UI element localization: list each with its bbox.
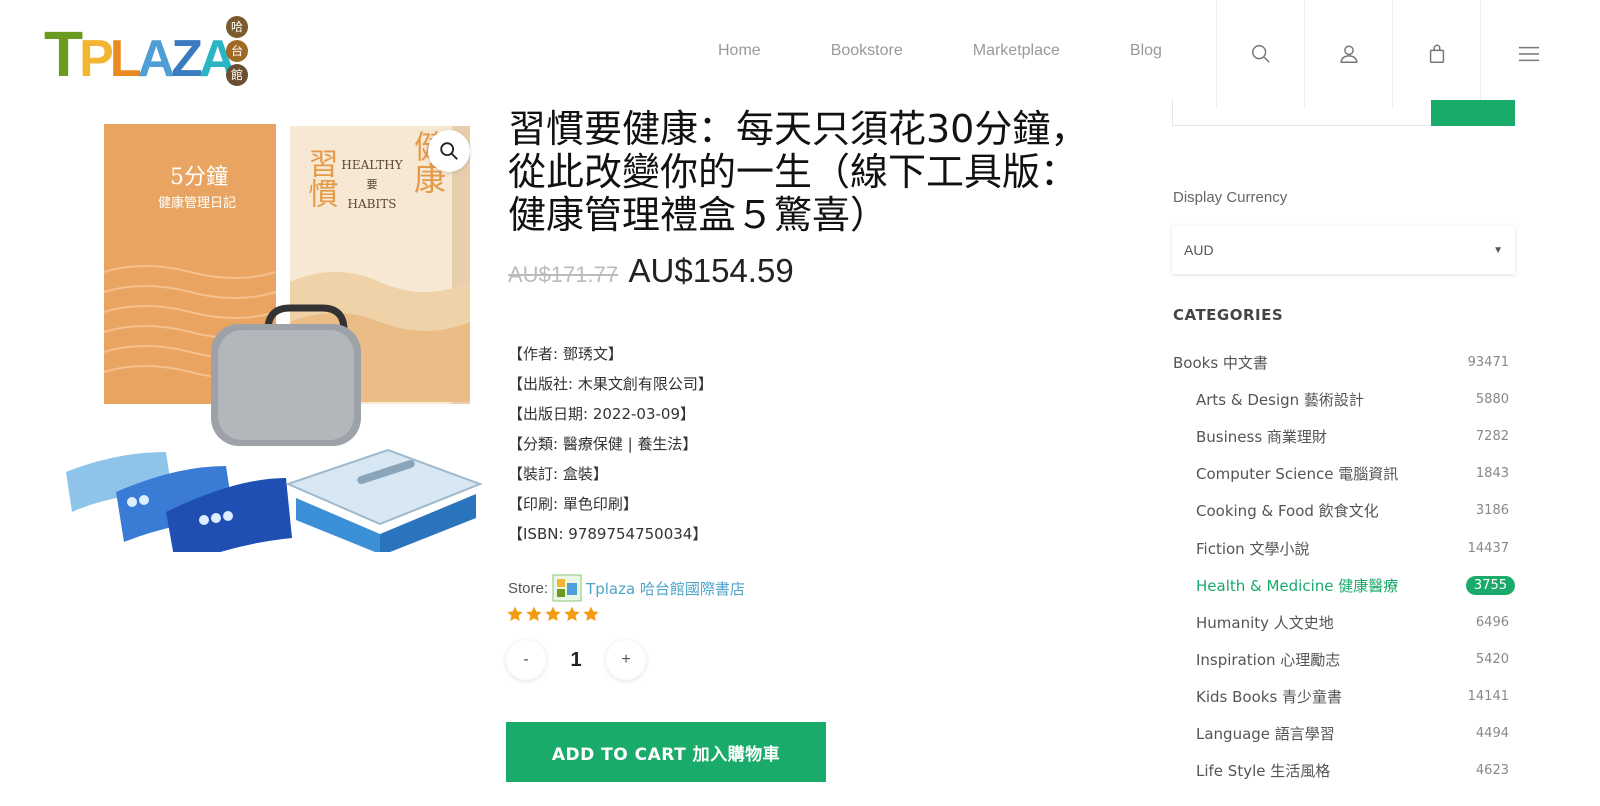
category-item[interactable]: Inspiration 心理勵志 5420 (1173, 641, 1515, 678)
category-count: 5880 (1475, 392, 1509, 408)
nav-bookstore[interactable]: Bookstore (831, 42, 903, 60)
product-title: 習慣要健康：每天只須花30分鐘，從此改變你的一生（線下工具版：健康管理禮盒５驚喜… (508, 107, 1089, 237)
category-label: Books 中文書 (1173, 354, 1268, 373)
currency-select[interactable]: AUD ▼ (1172, 226, 1515, 274)
logo-chinese: 哈 台 館 (226, 16, 248, 86)
category-item[interactable]: Books 中文書 93471 (1173, 344, 1515, 381)
category-item[interactable]: Language 語言學習 4494 (1173, 715, 1515, 752)
search-icon (1251, 45, 1270, 63)
category-label: Health & Medicine 健康醫療 (1196, 576, 1399, 595)
svg-text:5分鐘: 5分鐘 (170, 165, 228, 190)
logo-wordmark: TPLAZA (44, 18, 236, 90)
category-item[interactable]: Health & Medicine 健康醫療 3755 (1173, 567, 1515, 604)
store-label: Store: (508, 579, 549, 597)
currency-value: AUD (1184, 242, 1214, 258)
category-count: 1843 (1475, 466, 1509, 482)
zoom-icon (440, 142, 458, 160)
currency-label: Display Currency (1173, 189, 1288, 206)
account-icon (1339, 45, 1358, 63)
category-item[interactable]: Business 商業理財 7282 (1173, 418, 1515, 455)
site-header: TPLAZA 哈 台 館 Home Bookstore Marketplace … (0, 0, 1600, 108)
header-icon-bar (1216, 0, 1576, 108)
menu-icon (1518, 46, 1539, 62)
category-label: Arts & Design 藝術設計 (1196, 391, 1364, 410)
quantity-increase-button[interactable]: + (606, 640, 646, 680)
category-label: Cooking & Food 飲食文化 (1196, 502, 1379, 521)
category-label: Business 商業理財 (1196, 428, 1327, 447)
product-price: AU$171.77 AU$154.59 (508, 252, 794, 290)
nav-blog[interactable]: Blog (1130, 42, 1162, 60)
account-button[interactable] (1304, 0, 1392, 108)
menu-button[interactable] (1480, 0, 1576, 108)
category-list: Books 中文書 93471 Arts & Design 藝術設計 5880 Busi… (1173, 344, 1515, 789)
category-label: Fiction 文學小說 (1196, 539, 1310, 558)
store-info: Store: Tplaza 哈台館國際書店 (508, 574, 745, 602)
product-image[interactable]: 5分鐘 健康管理日記 習慣 健康 HEALTHY 要 HABITS (56, 112, 486, 568)
meta-printing: 【印刷: 單色印刷】 (508, 495, 638, 513)
price-original: AU$171.77 (508, 262, 619, 287)
star-icon (583, 606, 599, 622)
store-link[interactable]: Tplaza 哈台館國際書店 (586, 578, 745, 599)
nav-marketplace[interactable]: Marketplace (973, 42, 1060, 60)
category-label: Humanity 人文史地 (1196, 613, 1334, 632)
category-item[interactable]: Life Style 生活風格 4623 (1173, 752, 1515, 789)
rating-stars (506, 605, 600, 623)
category-item[interactable]: Humanity 人文史地 6496 (1173, 604, 1515, 641)
category-item[interactable]: Arts & Design 藝術設計 5880 (1173, 381, 1515, 418)
sidebar-search-button[interactable] (1431, 100, 1515, 126)
category-count: 14437 (1467, 540, 1509, 556)
star-icon (545, 606, 561, 622)
category-count: 4623 (1475, 763, 1509, 779)
category-count: 7282 (1475, 429, 1509, 445)
quantity-input[interactable]: 1 (546, 649, 606, 672)
category-count: 14141 (1467, 688, 1509, 704)
meta-author: 【作者: 鄧琇文】 (508, 345, 623, 363)
store-logo-icon (552, 574, 582, 602)
svg-text:要: 要 (367, 178, 378, 191)
price-sale: AU$154.59 (628, 252, 794, 289)
star-icon (526, 606, 542, 622)
meta-isbn: 【ISBN: 9789754750034】 (508, 525, 708, 543)
chevron-down-icon: ▼ (1493, 244, 1503, 256)
nav-home[interactable]: Home (718, 42, 761, 60)
category-count: 5420 (1475, 651, 1509, 667)
quantity-stepper: - 1 + (506, 640, 646, 680)
search-button[interactable] (1216, 0, 1304, 108)
star-icon (564, 606, 580, 622)
svg-text:健康管理日記: 健康管理日記 (158, 195, 236, 211)
category-count: 4494 (1475, 725, 1509, 741)
categories-heading: CATEGORIES (1173, 306, 1284, 324)
category-label: Kids Books 青少童書 (1196, 687, 1343, 706)
meta-publisher: 【出版社: 木果文創有限公司】 (508, 375, 713, 393)
cart-icon (1429, 44, 1444, 63)
product-illustration: 5分鐘 健康管理日記 習慣 健康 HEALTHY 要 HABITS (66, 124, 483, 568)
sidebar-search-input[interactable] (1172, 100, 1432, 126)
meta-category: 【分類: 醫療保健 | 養生法】 (508, 435, 698, 453)
zoom-button[interactable] (428, 130, 470, 172)
category-item[interactable]: Kids Books 青少童書 14141 (1173, 678, 1515, 715)
svg-text:HEALTHY: HEALTHY (341, 158, 403, 172)
quantity-decrease-button[interactable]: - (506, 640, 546, 680)
site-logo[interactable]: TPLAZA 哈 台 館 (44, 14, 254, 94)
svg-text:HABITS: HABITS (348, 197, 397, 211)
category-item[interactable]: Fiction 文學小說 14437 (1173, 529, 1515, 566)
category-label: Computer Science 電腦資訊 (1196, 465, 1399, 484)
meta-publish-date: 【出版日期: 2022-03-09】 (508, 405, 695, 423)
meta-binding: 【裝訂: 盒裝】 (508, 465, 608, 483)
category-label: Life Style 生活風格 (1196, 762, 1331, 781)
svg-text:習慣: 習慣 (303, 148, 339, 208)
category-count: 93471 (1467, 355, 1509, 371)
add-to-cart-button[interactable]: ADD TO CART 加入購物車 (506, 722, 826, 782)
category-count: 3186 (1475, 503, 1509, 519)
star-icon (507, 606, 523, 622)
product-meta: 【作者: 鄧琇文】 【出版社: 木果文創有限公司】 【出版日期: 2022-03… (508, 340, 713, 550)
category-label: Inspiration 心理勵志 (1196, 650, 1341, 669)
category-count: 6496 (1475, 614, 1509, 630)
category-label: Language 語言學習 (1196, 724, 1335, 743)
category-count: 3755 (1465, 575, 1515, 595)
main-nav: Home Bookstore Marketplace Blog (718, 42, 1162, 60)
category-item[interactable]: Computer Science 電腦資訊 1843 (1173, 455, 1515, 492)
category-item[interactable]: Cooking & Food 飲食文化 3186 (1173, 492, 1515, 529)
cart-button[interactable] (1392, 0, 1480, 108)
